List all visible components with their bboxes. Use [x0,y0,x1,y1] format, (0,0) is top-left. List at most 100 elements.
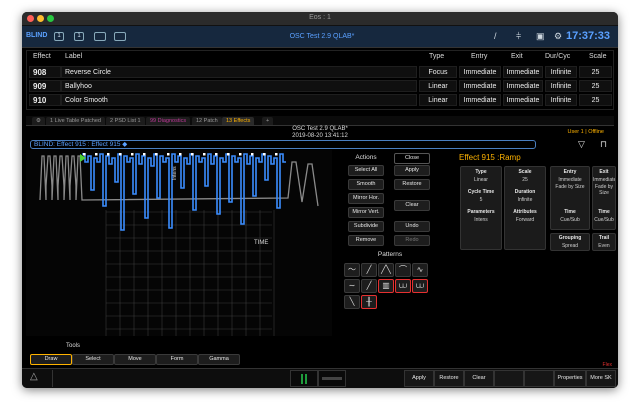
attributes-label: Attributes [513,209,537,215]
lock-icon[interactable]: ⊓ [600,139,607,150]
trail-value: Even [598,243,610,249]
split-icon[interactable]: ⫩ [516,31,521,42]
effect-entry: Immediate [459,94,501,106]
col-header-scale: Scale [589,53,607,60]
pattern-button[interactable]: ╫ [361,295,377,309]
filter-icon[interactable]: ▽ [578,139,585,150]
softkey-more[interactable]: More SK [586,370,616,387]
pattern-shape-icon: ⩊ [415,281,425,290]
effect-scale: 25 [579,80,612,92]
tab-psd-list[interactable]: 2 PSD List 1 [106,117,145,125]
command-line[interactable]: BLIND: Effect 915 : Effect 915 ◆ [30,140,536,149]
draw-tool-button[interactable]: Draw [30,354,72,365]
grouping-field[interactable]: Grouping Spread [550,233,590,251]
softkey-properties[interactable]: Properties [554,370,586,387]
pattern-shape-icon: ╱ [366,265,372,274]
pattern-button[interactable]: ⌒ [395,263,411,277]
cycle-time-value[interactable]: 5 [461,197,501,203]
trail-label: Trail [598,235,610,241]
clear-button[interactable]: Clear [394,200,430,211]
entry-time-label: Time [564,209,576,215]
intens-marker: Intens [172,166,178,180]
entry-panel[interactable]: Entry Immediate Fade by Size Time Cue/Su… [550,166,590,230]
pattern-button[interactable]: ∼ [344,279,360,293]
close-button[interactable]: Close [394,153,430,164]
top-toolbar: BLIND 1 1 OSC Test 2.9 QLAB* / ⫩ ▣ ⚙ 17:… [22,26,618,48]
tab-add[interactable]: + [262,117,274,125]
pen-icon[interactable]: / [494,31,497,41]
trail-field[interactable]: Trail Even [592,233,616,251]
smooth-button[interactable]: Smooth [348,179,384,190]
select-all-button[interactable]: Select All [348,165,384,176]
duration-label: Duration [514,189,536,195]
tab-patch[interactable]: 12 Patch [192,117,222,125]
effects-table: Effect Label Type Entry Exit Dur/Cyc Sca… [26,50,614,110]
pattern-button[interactable]: ～ [344,263,360,277]
col-header-label: Label [65,53,83,60]
display-2-icon[interactable] [114,32,126,41]
exit-panel[interactable]: Exit Immediate Fade by Size Time Cue/Sub [592,166,616,230]
pattern-shape-icon: ╫ [366,297,372,306]
apply-button[interactable]: Apply [394,165,430,176]
pattern-button[interactable]: ∿ [412,263,428,277]
camera-icon[interactable]: ▣ [536,31,545,42]
effect-waveform-editor[interactable]: TIME Intens [26,150,332,336]
toolbar-button-1[interactable]: 1 [54,32,64,41]
redo-button[interactable]: Redo [394,235,430,246]
pattern-button[interactable]: ╱╲ [378,263,394,277]
col-header-dur: Dur/Cyc [545,53,571,60]
pattern-button[interactable]: ╱ [361,263,377,277]
waveform-point [119,153,122,156]
waveform-svg: TIME Intens [39,153,319,336]
grouping-value: Spread [561,243,579,249]
gamma-tool-button[interactable]: Gamma [198,354,240,365]
fader-slider[interactable] [318,370,346,387]
sub-show-name: OSC Test 2.9 QLAB* [292,126,348,132]
display-icon[interactable] [94,32,106,41]
col-header-entry: Entry [471,53,488,60]
parameters-value[interactable]: Intens [461,217,501,223]
pattern-shape-icon: ╱ [366,281,372,290]
pattern-button[interactable]: ▥ [378,279,394,293]
softkey-apply[interactable]: Apply [404,370,434,387]
tab-live-table[interactable]: 1 Live Table Patched [46,117,105,125]
softkey-clear[interactable]: Clear [464,370,494,387]
waveform-point [155,153,158,156]
toolbar-button-2[interactable]: 1 [74,32,84,41]
blue-waveform[interactable] [82,153,286,231]
gear-icon[interactable]: ⚙ [554,31,562,42]
effect-exit: Immediate [503,66,543,78]
effect-scale: 25 [579,94,612,106]
type-value[interactable]: Linear [461,177,501,183]
pattern-button[interactable]: ⩊ [395,279,411,293]
pattern-shape-icon: ∿ [416,265,424,274]
mode-label: BLIND [26,32,48,39]
scale-value[interactable]: 25 [505,177,545,183]
move-tool-button[interactable]: Move [114,354,156,365]
undo-button[interactable]: Undo [394,221,430,232]
effect-label: Color Smooth [61,94,417,106]
table-row[interactable]: 909 Ballyhoo Linear Immediate Immediate … [27,80,615,93]
pattern-shape-icon: ╱╲ [381,265,391,274]
warning-icon[interactable]: △ [30,371,38,382]
select-tool-button[interactable]: Select [72,354,114,365]
duration-value[interactable]: Infinite [505,197,545,203]
softkey-empty-1[interactable] [494,370,524,387]
tab-diagnostics[interactable]: 99 Diagnostics [146,117,191,125]
restore-button[interactable]: Restore [394,179,430,190]
pattern-button[interactable]: ╱ [361,279,377,293]
tab-effects[interactable]: 13 Effects [222,117,255,125]
attributes-value[interactable]: Forward [505,217,545,223]
subdivide-button[interactable]: Subdivide [348,221,384,232]
table-row[interactable]: 910 Color Smooth Linear Immediate Immedi… [27,94,615,107]
mirror-vertical-button[interactable]: Mirror Vert. [348,207,384,218]
table-row[interactable]: 908 Reverse Circle Focus Immediate Immed… [27,66,615,79]
softkey-empty-2[interactable] [524,370,554,387]
pattern-button[interactable]: ╲ [344,295,360,309]
pattern-button[interactable]: ⩊ [412,279,428,293]
mirror-horizontal-button[interactable]: Mirror Hor. [348,193,384,204]
softkey-restore[interactable]: Restore [434,370,464,387]
remove-button[interactable]: Remove [348,235,384,246]
form-tool-button[interactable]: Form [156,354,198,365]
gear-icon[interactable]: ⚙ [32,117,45,125]
